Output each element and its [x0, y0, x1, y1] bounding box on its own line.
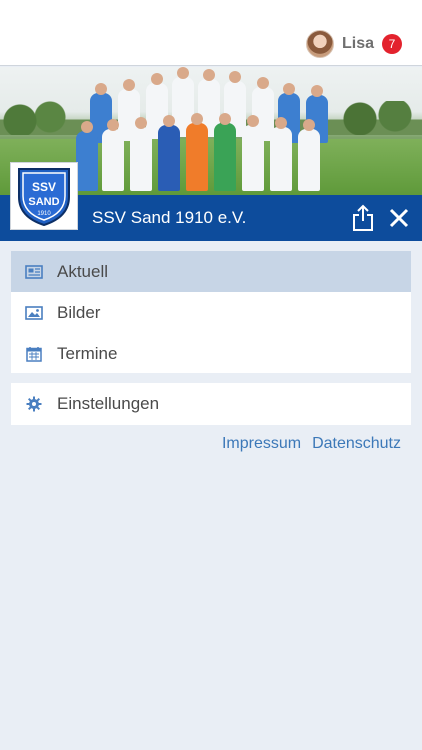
menu-item-bilder[interactable]: Bilder [11, 292, 411, 333]
user-profile-button[interactable]: Lisa 7 [305, 29, 402, 59]
top-bar: Lisa 7 [0, 0, 422, 66]
datenschutz-link[interactable]: Datenschutz [312, 435, 401, 453]
menu-item-label: Termine [57, 343, 118, 363]
svg-text:SSV: SSV [32, 180, 56, 194]
notification-badge[interactable]: 7 [382, 34, 402, 54]
close-icon[interactable] [386, 204, 412, 232]
main-menu: Aktuell Bilder Termine [11, 251, 411, 373]
share-icon[interactable] [350, 204, 376, 232]
gear-icon [25, 395, 43, 413]
settings-menu: Einstellungen [11, 383, 411, 425]
calendar-icon [25, 345, 43, 363]
image-icon [25, 304, 43, 322]
svg-text:1910: 1910 [37, 211, 51, 217]
menu-item-label: Aktuell [57, 261, 109, 281]
footer-links: Impressum Datenschutz [222, 435, 401, 453]
menu-item-einstellungen[interactable]: Einstellungen [11, 383, 411, 424]
team-players-illustration [76, 67, 346, 195]
newspaper-icon [25, 263, 43, 281]
svg-text:SAND: SAND [28, 196, 59, 208]
club-logo: SSV SAND 1910 [10, 162, 78, 230]
menu-item-label: Bilder [57, 302, 101, 322]
menu-item-aktuell[interactable]: Aktuell [11, 251, 411, 292]
impressum-link[interactable]: Impressum [222, 435, 301, 453]
club-name: SSV Sand 1910 e.V. [92, 208, 247, 227]
username[interactable]: Lisa [342, 35, 374, 53]
menu-item-termine[interactable]: Termine [11, 333, 411, 374]
menu-item-label: Einstellungen [57, 393, 160, 413]
avatar[interactable] [305, 30, 334, 58]
